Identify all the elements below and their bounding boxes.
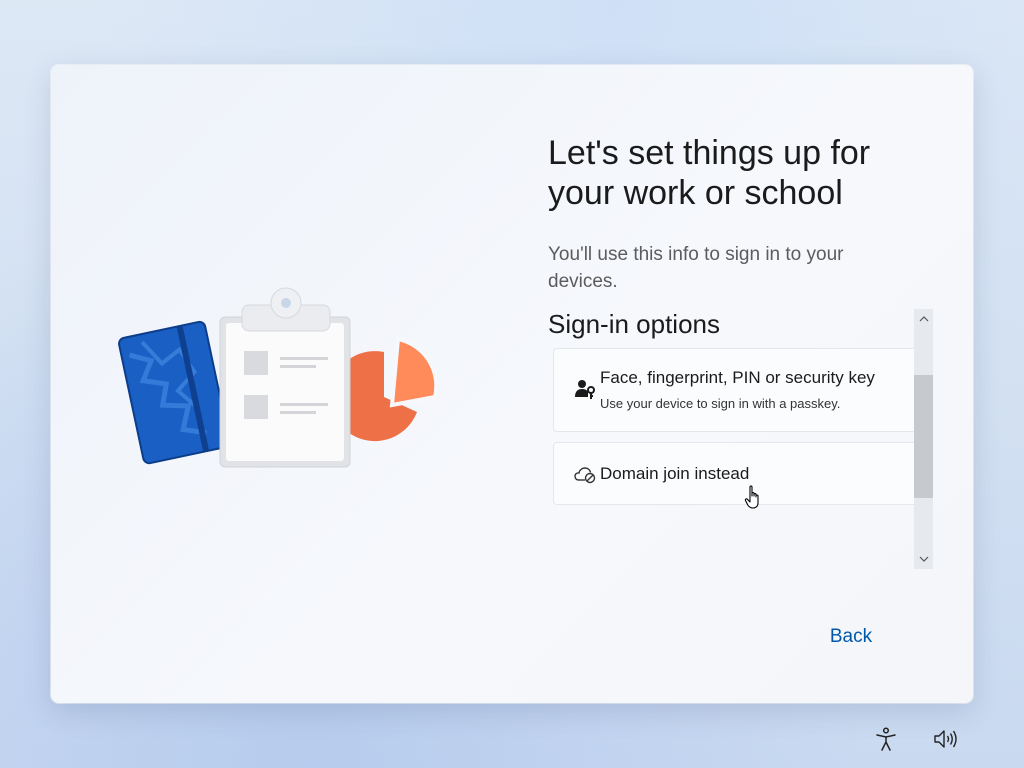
cloud-domain-icon bbox=[574, 467, 596, 484]
passkey-option-title: Face, fingerprint, PIN or security key bbox=[600, 368, 875, 387]
notebook-image bbox=[118, 320, 231, 465]
back-button[interactable]: Back bbox=[811, 621, 891, 653]
hand-cursor-icon bbox=[744, 485, 759, 509]
setup-dialog: Let's set things up for your work or sch… bbox=[51, 65, 973, 703]
page-title: Let's set things up for your work or sch… bbox=[548, 134, 871, 212]
clipboard-illustration bbox=[118, 287, 439, 468]
page-subtitle: You'll use this info to sign in to your … bbox=[548, 244, 844, 292]
section-title: Sign-in options bbox=[548, 309, 720, 339]
person-key-icon bbox=[575, 380, 595, 399]
accessibility-icon[interactable] bbox=[873, 726, 899, 752]
scroll-down-button[interactable] bbox=[914, 550, 933, 568]
scroll-thumb[interactable] bbox=[914, 375, 933, 498]
chevron-up-icon bbox=[919, 316, 928, 322]
passkey-option-description: Use your device to sign in with a passke… bbox=[600, 396, 841, 411]
domain-join-option-title: Domain join instead bbox=[600, 464, 750, 483]
chevron-down-icon bbox=[919, 556, 928, 562]
passkey-option[interactable]: Face, fingerprint, PIN or security key U… bbox=[553, 348, 915, 432]
clipboard-image bbox=[219, 287, 351, 468]
options-scrollbar[interactable] bbox=[914, 309, 933, 569]
scroll-up-button[interactable] bbox=[914, 310, 933, 328]
sign-in-options-list: Sign-in options Face, fingerprint, PIN o… bbox=[548, 309, 933, 571]
domain-join-option[interactable]: Domain join instead bbox=[553, 442, 915, 505]
volume-icon[interactable] bbox=[933, 726, 959, 752]
